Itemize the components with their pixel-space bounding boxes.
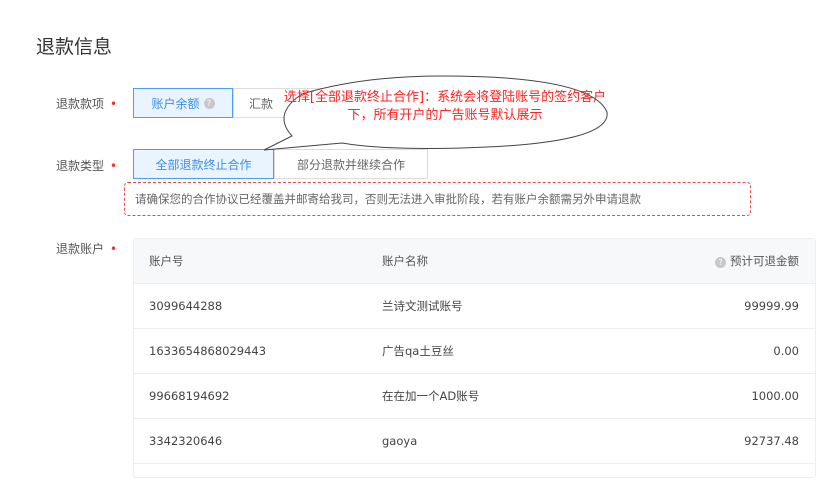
table-row[interactable]: 3099644288 兰诗文测试账号 99999.99 [134,284,815,329]
help-icon: ? [715,257,726,268]
accounts-table: 账户号 账户名称 ? 预计可退金额 3099644288 兰诗文测试账号 99999.… [133,238,816,478]
account-name: gaoya [382,434,418,448]
option-account-balance[interactable]: 账户余额? [133,88,233,118]
warning-notice: 请确保您的合作协议已经覆盖并邮寄给我司，否则无法进入审批阶段，若有账户余额需另外… [124,182,751,216]
refund-accounts-label: 退款账户 • [56,242,118,256]
col-account-id: 账户号 [149,254,184,268]
col-account-name: 账户名称 [382,254,428,268]
account-id: 3342320646 [149,434,223,448]
account-id: 3099644288 [149,299,223,313]
refund-type-label: 退款类型 • [56,159,118,173]
col-refundable-amount: ? 预计可退金额 [615,253,815,269]
table-row[interactable]: 1633654868029443 广告qa土豆丝 0.00 [134,329,815,374]
callout-text: 选择[全部退款终止合作]：系统会将登陆账号的签约客户下，所有开户的广告账号默认展… [283,90,607,123]
help-icon: ? [203,97,215,109]
option-full-refund[interactable]: 全部退款终止合作 [133,149,274,179]
refundable-amount: 99999.99 [744,299,799,313]
account-name: 在在加一个AD账号 [382,389,480,403]
account-id: 99668194692 [149,389,230,403]
account-id: 1633654868029443 [149,344,267,358]
table-row[interactable]: 99668194692 在在加一个AD账号 1000.00 [134,374,815,419]
refundable-amount: 1000.00 [751,389,799,403]
table-header: 账户号 账户名称 ? 预计可退金额 [134,239,815,284]
refundable-amount: 92737.48 [744,434,799,448]
table-row[interactable]: 3342320646 gaoya 92737.48 [134,419,815,464]
required-mark: • [110,97,118,111]
account-name: 兰诗文测试账号 [382,299,463,313]
refund-item-label: 退款款项 • [56,97,118,111]
page-title: 退款信息 [36,36,113,58]
refundable-amount: 0.00 [773,344,799,358]
account-name: 广告qa土豆丝 [382,344,454,358]
